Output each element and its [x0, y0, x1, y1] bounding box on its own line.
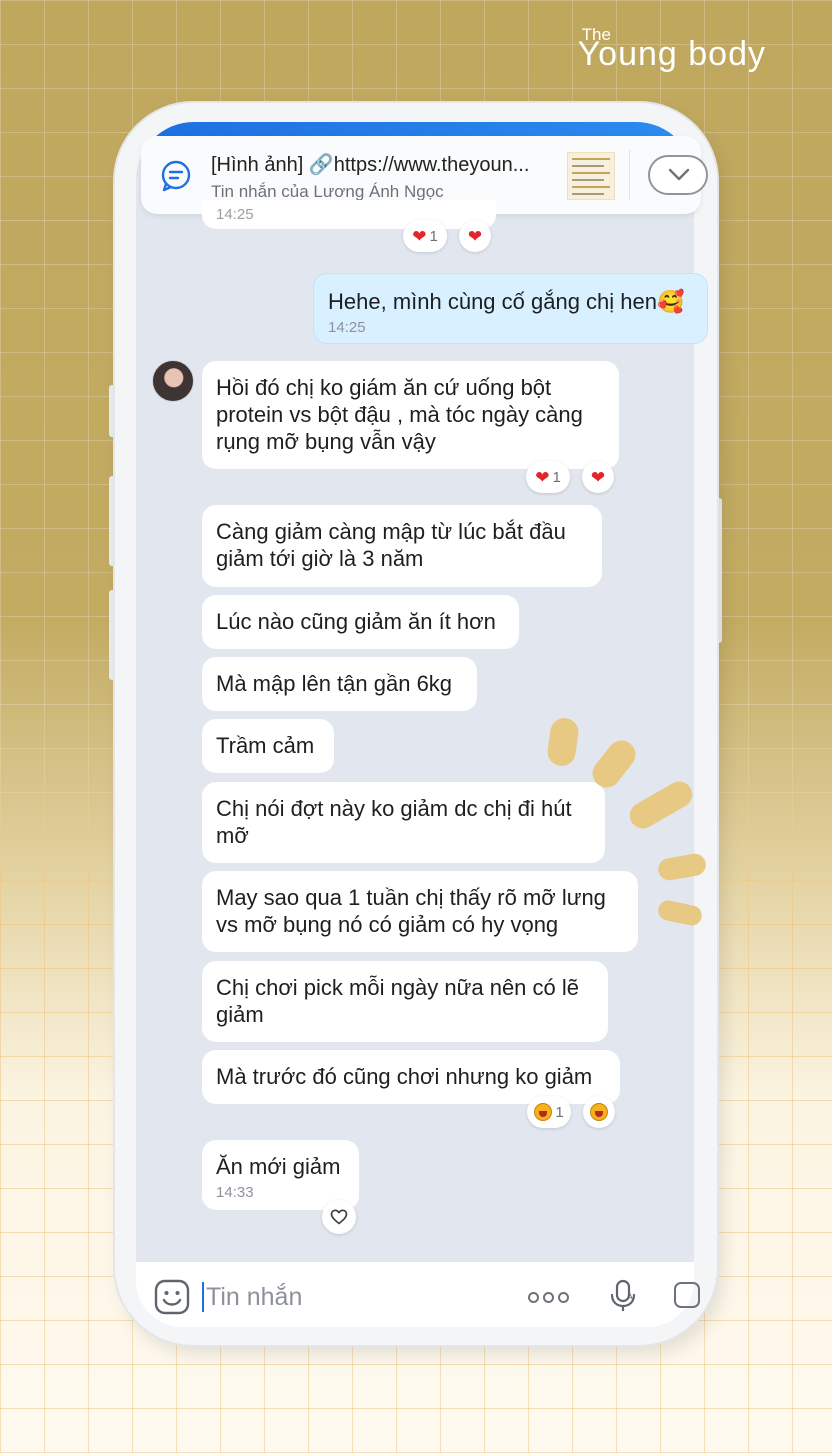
react-button[interactable] [583, 1096, 615, 1128]
message-text: May sao qua 1 tuần chị thấy rõ mỡ lưng v… [216, 885, 606, 937]
message-bubble-incoming[interactable]: May sao qua 1 tuần chị thấy rõ mỡ lưng v… [202, 871, 638, 952]
message-bubble-incoming[interactable]: Chị chơi pick mỗi ngày nữa nên có lẽ giả… [202, 961, 608, 1042]
heart-outline-icon [330, 1209, 348, 1225]
heart-icon: ❤ [535, 467, 550, 487]
reaction-count: 1 [552, 468, 561, 486]
laugh-emoji-icon [590, 1103, 608, 1121]
brand-logo-name: Young body [577, 35, 766, 73]
pinned-subtitle: Tin nhắn của Lương Ánh Ngọc [211, 182, 444, 201]
brand-logo: The Young body [578, 26, 766, 71]
message-text: Ăn mới giảm [216, 1154, 341, 1179]
divider [629, 150, 630, 200]
heart-icon: ❤ [590, 467, 606, 487]
reaction-summary[interactable]: ❤ 1 [403, 220, 447, 252]
message-text: Mà trước đó cũng chơi nhưng ko giảm [216, 1064, 593, 1089]
heart-icon: ❤ [412, 226, 427, 246]
message-text: Hồi đó chị ko giám ăn cứ uống bột protei… [216, 375, 583, 454]
expand-pinned-button[interactable] [648, 155, 708, 195]
message-bubble-incoming[interactable]: Mà mập lên tận gần 6kg [202, 657, 477, 711]
message-bubble-outgoing[interactable]: Hehe, mình cùng cố gắng chị hen🥰 14:25 [313, 273, 708, 344]
image-icon[interactable] [674, 1282, 700, 1308]
message-bubble-incoming[interactable]: Hồi đó chị ko giám ăn cứ uống bột protei… [202, 361, 619, 469]
more-options-icon[interactable] [528, 1292, 569, 1303]
react-button[interactable] [322, 1200, 356, 1234]
avatar[interactable] [152, 360, 194, 402]
svg-text:A: A [627, 1292, 633, 1302]
message-bubble-partial[interactable]: 14:25 [202, 200, 496, 229]
pinned-thumbnail[interactable] [567, 152, 615, 200]
message-text: Mà mập lên tận gần 6kg [216, 671, 453, 696]
chevron-down-icon [668, 168, 690, 181]
laugh-emoji-icon [534, 1103, 553, 1121]
message-bubble-icon [161, 160, 191, 192]
emoji-icon[interactable] [154, 1279, 190, 1315]
message-text: Lúc nào cũng giảm ăn ít hơn [216, 609, 496, 634]
message-text: Càng giảm càng mập từ lúc bắt đầu giảm t… [216, 519, 566, 571]
message-text: Trầm cảm [216, 733, 315, 758]
microphone-icon[interactable]: A [608, 1279, 638, 1313]
message-bubble-incoming[interactable]: Lúc nào cũng giảm ăn ít hơn [202, 595, 519, 649]
message-input-bar: Tin nhắn A [136, 1261, 700, 1327]
react-button[interactable]: ❤ [459, 220, 491, 252]
reaction-summary[interactable]: ❤ 1 [526, 461, 570, 493]
reaction-summary[interactable]: 1 [527, 1096, 571, 1128]
pinned-title: [Hình ảnh] 🔗https://www.theyoun... [211, 154, 530, 176]
message-text: Chị chơi pick mỗi ngày nữa nên có lẽ giả… [216, 975, 579, 1027]
message-time: 14:33 [216, 1184, 254, 1201]
message-text: Hehe, mình cùng cố gắng chị hen🥰 [328, 289, 685, 314]
react-button[interactable]: ❤ [582, 461, 614, 493]
text-cursor [202, 1282, 204, 1312]
message-time: 14:25 [216, 206, 254, 223]
message-bubble-incoming[interactable]: Càng giảm càng mập từ lúc bắt đầu giảm t… [202, 505, 602, 587]
message-input[interactable]: Tin nhắn [206, 1282, 302, 1312]
heart-icon: ❤ [467, 226, 483, 246]
message-time: 14:25 [328, 319, 366, 336]
message-text: Chị nói đợt này ko giảm dc chị đi hút mỡ [216, 796, 572, 848]
reaction-count: 1 [429, 227, 438, 245]
message-bubble-incoming[interactable]: Chị nói đợt này ko giảm dc chị đi hút mỡ [202, 782, 605, 863]
reaction-count: 1 [555, 1103, 564, 1121]
message-bubble-incoming[interactable]: Trầm cảm [202, 719, 334, 773]
